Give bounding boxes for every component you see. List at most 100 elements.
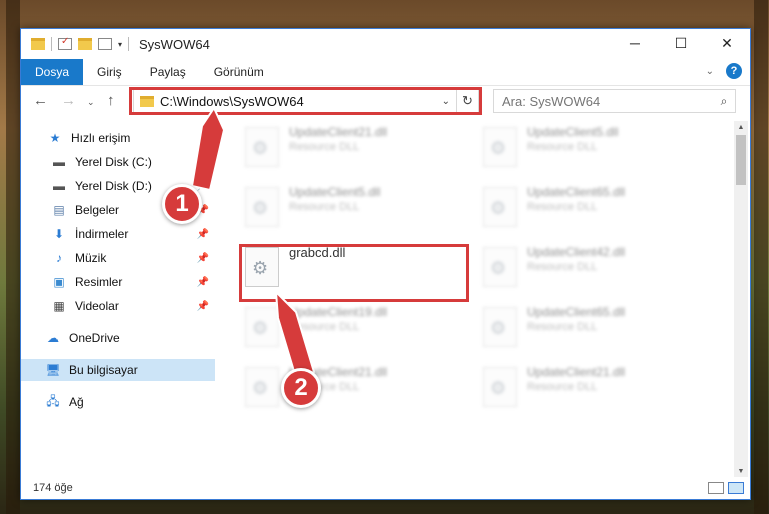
file-type: Resource DLL bbox=[527, 321, 598, 333]
sidebar-item-label: Videolar bbox=[75, 299, 119, 313]
recent-locations-icon[interactable]: ⌄ bbox=[87, 97, 95, 108]
file-highlight-box bbox=[239, 244, 469, 302]
properties-icon[interactable] bbox=[58, 36, 72, 50]
scroll-down-icon[interactable]: ▼ bbox=[734, 465, 748, 477]
sidebar-item-local-disk-c[interactable]: ▬ Yerel Disk (C:) 📌 bbox=[21, 151, 215, 173]
dll-file-icon bbox=[483, 367, 517, 407]
up-arrow-icon[interactable]: ↑ bbox=[107, 92, 115, 109]
window-title: SysWOW64 bbox=[139, 36, 210, 52]
star-icon: ★ bbox=[49, 131, 61, 145]
file-name: UpdateClient5.dll bbox=[289, 185, 381, 199]
download-icon: ⬇ bbox=[53, 227, 65, 241]
pin-icon[interactable]: 📌 bbox=[197, 301, 209, 312]
list-item[interactable]: UpdateClient21.dll Resource DLL bbox=[241, 123, 441, 173]
file-name: UpdateClient21.dll bbox=[527, 365, 626, 379]
cloud-icon: ☁ bbox=[47, 331, 59, 345]
window-controls: ─ ☐ ✕ bbox=[612, 29, 750, 57]
forward-arrow-icon[interactable]: → bbox=[61, 92, 76, 109]
music-icon: ♪ bbox=[56, 251, 62, 265]
file-name: UpdateClient65.dll bbox=[527, 185, 626, 199]
pin-icon[interactable]: 📌 bbox=[197, 181, 209, 192]
maximize-button[interactable]: ☐ bbox=[658, 29, 704, 57]
dll-file-icon bbox=[245, 127, 279, 167]
pin-icon[interactable]: 📌 bbox=[197, 229, 209, 240]
tab-view[interactable]: Görünüm bbox=[200, 59, 278, 85]
list-item[interactable]: UpdateClient21.dllResource DLL bbox=[241, 363, 441, 413]
navigation-bar: ← → ⌄ ↑ C:\Windows\SysWOW64 ⌄ ↻ ⌕ bbox=[21, 85, 750, 117]
list-item[interactable]: UpdateClient65.dll Resource DLL bbox=[479, 183, 679, 233]
list-item[interactable]: UpdateClient65.dll Resource DLL bbox=[479, 303, 679, 353]
tab-file[interactable]: Dosya bbox=[21, 59, 84, 85]
search-box[interactable]: ⌕ bbox=[493, 89, 736, 113]
dll-file-icon bbox=[245, 187, 279, 227]
sidebar-item-quick-access[interactable]: ★ Hızlı erişim bbox=[21, 127, 215, 149]
list-item[interactable]: UpdateClient5.dll Resource DLL bbox=[479, 123, 679, 173]
file-type: Resource DLL bbox=[527, 261, 598, 273]
sidebar-item-label: Müzik bbox=[75, 251, 107, 265]
divider bbox=[51, 37, 52, 51]
sidebar-item-this-pc[interactable]: 🖥 Bu bilgisayar bbox=[21, 359, 215, 381]
list-item[interactable]: UpdateClient19.dll Resource DLL bbox=[241, 303, 441, 353]
address-highlight-box bbox=[129, 87, 482, 115]
sidebar-item-label: Bu bilgisayar bbox=[69, 363, 138, 377]
file-type: Resource DLL bbox=[289, 201, 360, 213]
search-input[interactable] bbox=[502, 93, 713, 109]
dll-file-icon bbox=[483, 247, 517, 287]
file-name: UpdateClient42.dll bbox=[527, 245, 626, 259]
scroll-thumb[interactable] bbox=[736, 135, 746, 185]
tab-home[interactable]: Giriş bbox=[83, 59, 136, 85]
list-item[interactable]: UpdateClient42.dll Resource DLL bbox=[479, 243, 679, 293]
file-type: Resource DLL bbox=[527, 141, 598, 153]
network-icon: 🖧 bbox=[46, 393, 60, 408]
folder-icon bbox=[31, 38, 45, 50]
pin-icon[interactable]: 📌 bbox=[197, 157, 209, 168]
ribbon-tabs: Dosya Giriş Paylaş Görünüm ⌄ ? bbox=[21, 59, 750, 85]
sidebar-item-label: Belgeler bbox=[75, 203, 120, 217]
customize-toolbar-icon[interactable]: ▾ bbox=[118, 40, 122, 49]
file-name: UpdateClient5.dll bbox=[527, 125, 619, 139]
sidebar-item-downloads[interactable]: ⬇ İndirmeler 📌 bbox=[21, 223, 215, 245]
back-arrow-icon[interactable]: ← bbox=[33, 92, 48, 109]
sidebar-item-pictures[interactable]: ▣ Resimler 📌 bbox=[21, 271, 215, 293]
help-icon[interactable]: ? bbox=[726, 63, 742, 79]
sidebar-item-label: Resimler bbox=[75, 275, 123, 289]
divider bbox=[128, 37, 130, 51]
expand-ribbon-icon[interactable]: ⌄ bbox=[706, 66, 714, 77]
step-badge-1: 1 bbox=[162, 184, 202, 224]
minimize-button[interactable]: ─ bbox=[612, 29, 658, 57]
pin-icon[interactable]: 📌 bbox=[197, 253, 209, 264]
list-item[interactable]: UpdateClient21.dllResource DLL bbox=[479, 363, 679, 413]
sidebar-item-onedrive[interactable]: ☁ OneDrive bbox=[21, 327, 215, 349]
dll-file-icon bbox=[483, 127, 517, 167]
list-item[interactable]: UpdateClient5.dll Resource DLL bbox=[241, 183, 441, 233]
dll-file-icon bbox=[245, 307, 279, 347]
file-type: Resource DLL bbox=[289, 321, 360, 333]
file-name: UpdateClient21.dll bbox=[289, 125, 388, 139]
close-button[interactable]: ✕ bbox=[704, 29, 750, 57]
vertical-scrollbar[interactable]: ▲ ▼ bbox=[734, 121, 748, 477]
file-type: Resource DLL bbox=[289, 141, 360, 153]
dll-file-icon bbox=[483, 187, 517, 227]
search-icon[interactable]: ⌕ bbox=[713, 94, 735, 109]
large-icons-view-icon[interactable] bbox=[728, 482, 744, 494]
view-options-icon[interactable] bbox=[98, 38, 112, 50]
details-view-icon[interactable] bbox=[708, 482, 724, 494]
new-folder-icon[interactable] bbox=[78, 38, 92, 50]
sidebar-item-network[interactable]: 🖧 Ağ bbox=[21, 391, 215, 413]
pin-icon[interactable]: 📌 bbox=[197, 277, 209, 288]
file-type: Resource DLL bbox=[527, 201, 598, 213]
sidebar-item-label: Hızlı erişim bbox=[71, 131, 131, 145]
file-name: UpdateClient65.dll bbox=[527, 305, 626, 319]
navigation-pane: ★ Hızlı erişim ▬ Yerel Disk (C:) 📌 ▬ Yer… bbox=[21, 121, 215, 477]
quick-access-toolbar: ▾ bbox=[21, 36, 130, 51]
sidebar-item-videos[interactable]: ▦ Videolar 📌 bbox=[21, 295, 215, 317]
sidebar-item-label: Yerel Disk (C:) bbox=[75, 155, 152, 169]
file-name: UpdateClient19.dll bbox=[289, 305, 388, 319]
step-badge-2: 2 bbox=[281, 368, 321, 408]
scroll-up-icon[interactable]: ▲ bbox=[734, 121, 748, 133]
status-bar: 174 öğe bbox=[21, 477, 750, 499]
sidebar-item-label: OneDrive bbox=[69, 331, 120, 345]
sidebar-item-music[interactable]: ♪ Müzik 📌 bbox=[21, 247, 215, 269]
tab-share[interactable]: Paylaş bbox=[136, 59, 200, 85]
pictures-icon: ▣ bbox=[53, 275, 65, 289]
